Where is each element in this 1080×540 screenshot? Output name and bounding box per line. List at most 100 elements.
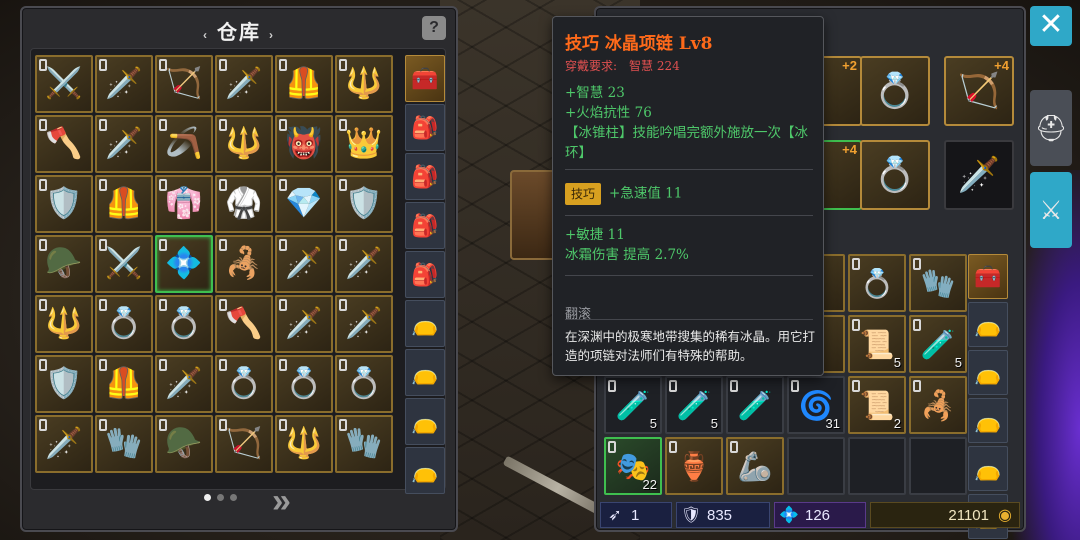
warehouse-item-slot[interactable]: 👑	[335, 115, 393, 173]
inventory-item-slot[interactable]	[909, 437, 967, 495]
warehouse-item-slot[interactable]: 🦺	[95, 175, 153, 233]
inventory-item-slot[interactable]: 🦂	[909, 376, 967, 434]
inventory-item-slot[interactable]	[787, 437, 845, 495]
bag-slot[interactable]: 👝	[405, 447, 445, 494]
warehouse-item-slot[interactable]: 💍	[95, 295, 153, 353]
warehouse-item-slot[interactable]: 👹	[275, 115, 333, 173]
inventory-item-slot[interactable]: 🎭 22	[604, 437, 662, 495]
inventory-item-slot[interactable]: 🧪 5	[665, 376, 723, 434]
warehouse-item-slot[interactable]: 🗡️	[335, 295, 393, 353]
bag-slot[interactable]: 👝	[968, 398, 1008, 443]
warehouse-item-slot[interactable]: 🧤	[95, 415, 153, 473]
warehouse-bag-column: 🧰 🎒 🎒 🎒 🎒 👝 👝 👝 👝	[405, 55, 445, 494]
warehouse-item-slot[interactable]: 🔱	[275, 415, 333, 473]
inventory-item-slot[interactable]: 🧪	[726, 376, 784, 434]
warehouse-item-slot[interactable]: 🦂	[215, 235, 273, 293]
equip-slot-ring[interactable]: 💍	[860, 56, 930, 126]
bag-slot[interactable]: 🧰	[968, 254, 1008, 299]
warehouse-item-slot[interactable]: 💎	[275, 175, 333, 233]
item-icon: 🗡️	[285, 247, 323, 280]
equip-slot-weapon[interactable]: 🗡️	[944, 140, 1014, 210]
warehouse-item-slot[interactable]: 💍	[155, 295, 213, 353]
bag-slot[interactable]: 👝	[405, 398, 445, 445]
warehouse-item-slot[interactable]: 🗡️	[335, 235, 393, 293]
inventory-item-slot[interactable]	[848, 437, 906, 495]
next-page-button[interactable]: »	[272, 482, 291, 521]
tab-weapon-shield[interactable]: ⚔	[1030, 172, 1072, 248]
warehouse-item-slot[interactable]: 💍	[335, 355, 393, 413]
warehouse-item-slot[interactable]: 💍	[215, 355, 273, 413]
bag-slot[interactable]: 🎒	[405, 202, 445, 249]
warehouse-item-slot[interactable]: 💠	[155, 235, 213, 293]
warehouse-item-slot[interactable]: 🗡️	[35, 415, 93, 473]
inventory-bag-column: 🧰👝👝👝👝👝	[968, 254, 1008, 539]
inventory-item-slot[interactable]: 🧪 5	[909, 315, 967, 373]
item-icon: 🔱	[225, 127, 263, 160]
item-icon: 🪓	[225, 307, 263, 340]
bag-slot[interactable]: 🎒	[405, 153, 445, 200]
warehouse-item-slot[interactable]: 🗡️	[275, 235, 333, 293]
warehouse-item-slot[interactable]: 🗡️	[95, 115, 153, 173]
warehouse-item-slot[interactable]: 🧤	[335, 415, 393, 473]
warehouse-item-slot[interactable]: 🏹	[215, 415, 273, 473]
item-icon: 🗡️	[105, 127, 143, 160]
warehouse-item-slot[interactable]: 🗡️	[95, 55, 153, 113]
warehouse-item-slot[interactable]: 👘	[155, 175, 213, 233]
stack-count: 5	[649, 416, 657, 431]
warehouse-item-slot[interactable]: 🛡️	[35, 175, 93, 233]
warehouse-item-slot[interactable]: 🪖	[155, 415, 213, 473]
inventory-item-slot[interactable]: 🏺	[665, 437, 723, 495]
bag-slot[interactable]: 🎒	[405, 104, 445, 151]
bag-slot[interactable]: 👝	[968, 350, 1008, 395]
warehouse-item-slot[interactable]: 🪓	[215, 295, 273, 353]
item-icon: 🧤	[920, 267, 956, 299]
item-tooltip: 技巧 冰晶项链 Lv8 穿戴要求: 智慧 224 +智慧 23 +火焰抗性 76 …	[552, 16, 824, 376]
close-button[interactable]: ✕	[1030, 6, 1072, 46]
warehouse-item-slot[interactable]: 🥋	[215, 175, 273, 233]
page-dot[interactable]	[217, 494, 224, 501]
item-icon: 💍	[105, 307, 143, 340]
warehouse-item-slot[interactable]: 🦺	[95, 355, 153, 413]
bag-slot[interactable]: 👝	[405, 349, 445, 396]
item-icon: 🦾	[737, 450, 773, 482]
bag-slot[interactable]: 🎒	[405, 251, 445, 298]
warehouse-item-slot[interactable]: 🏹	[155, 55, 213, 113]
inventory-item-slot[interactable]: 📜 5	[848, 315, 906, 373]
warehouse-item-slot[interactable]: 🗡️	[275, 295, 333, 353]
bag-slot[interactable]: 👝	[405, 300, 445, 347]
warehouse-item-slot[interactable]: 🪓	[35, 115, 93, 173]
inventory-item-slot[interactable]: 💍	[848, 254, 906, 312]
inventory-item-slot[interactable]: 🦾	[726, 437, 784, 495]
inventory-item-slot[interactable]: 🧤	[909, 254, 967, 312]
warehouse-item-slot[interactable]: ⚔️	[35, 55, 93, 113]
warehouse-item-slot[interactable]: 🦺	[275, 55, 333, 113]
help-button[interactable]: ?	[422, 16, 446, 40]
warehouse-item-slot[interactable]: ⚔️	[95, 235, 153, 293]
equip-slot-ring-2[interactable]: 💍	[860, 140, 930, 210]
page-dot[interactable]	[230, 494, 237, 501]
warehouse-item-slot[interactable]: 🗡️	[155, 355, 213, 413]
inventory-item-slot[interactable]: 🌀 31	[787, 376, 845, 434]
lock-icon	[669, 441, 677, 453]
warehouse-item-slot[interactable]: 💍	[275, 355, 333, 413]
equip-slot-bow[interactable]: +4 🏹	[944, 56, 1014, 126]
warehouse-item-slot[interactable]: 🗡️	[215, 55, 273, 113]
bag-slot[interactable]: 👝	[968, 302, 1008, 347]
warehouse-item-slot[interactable]: 🔱	[215, 115, 273, 173]
bag-slot[interactable]: 👝	[968, 446, 1008, 491]
item-icon: 🧪	[920, 328, 956, 360]
warehouse-item-slot[interactable]: 🪖	[35, 235, 93, 293]
warehouse-item-slot[interactable]: 🔱	[335, 55, 393, 113]
bag-slot[interactable]: 🧰	[405, 55, 445, 102]
warehouse-item-slot[interactable]: 🪃	[155, 115, 213, 173]
inventory-item-slot[interactable]: 🧪 5	[604, 376, 662, 434]
warehouse-item-slot[interactable]: 🔱	[35, 295, 93, 353]
page-dot[interactable]	[204, 494, 211, 501]
inventory-item-slot[interactable]: 📜 2	[848, 376, 906, 434]
item-icon: 🧪	[737, 389, 773, 421]
tab-equipment-helmet[interactable]: ⛑	[1030, 90, 1072, 166]
warehouse-item-slot[interactable]: 🛡️	[35, 355, 93, 413]
item-icon: 🧤	[345, 427, 383, 460]
treasure-chest-scenery	[510, 170, 558, 260]
warehouse-item-slot[interactable]: 🛡️	[335, 175, 393, 233]
